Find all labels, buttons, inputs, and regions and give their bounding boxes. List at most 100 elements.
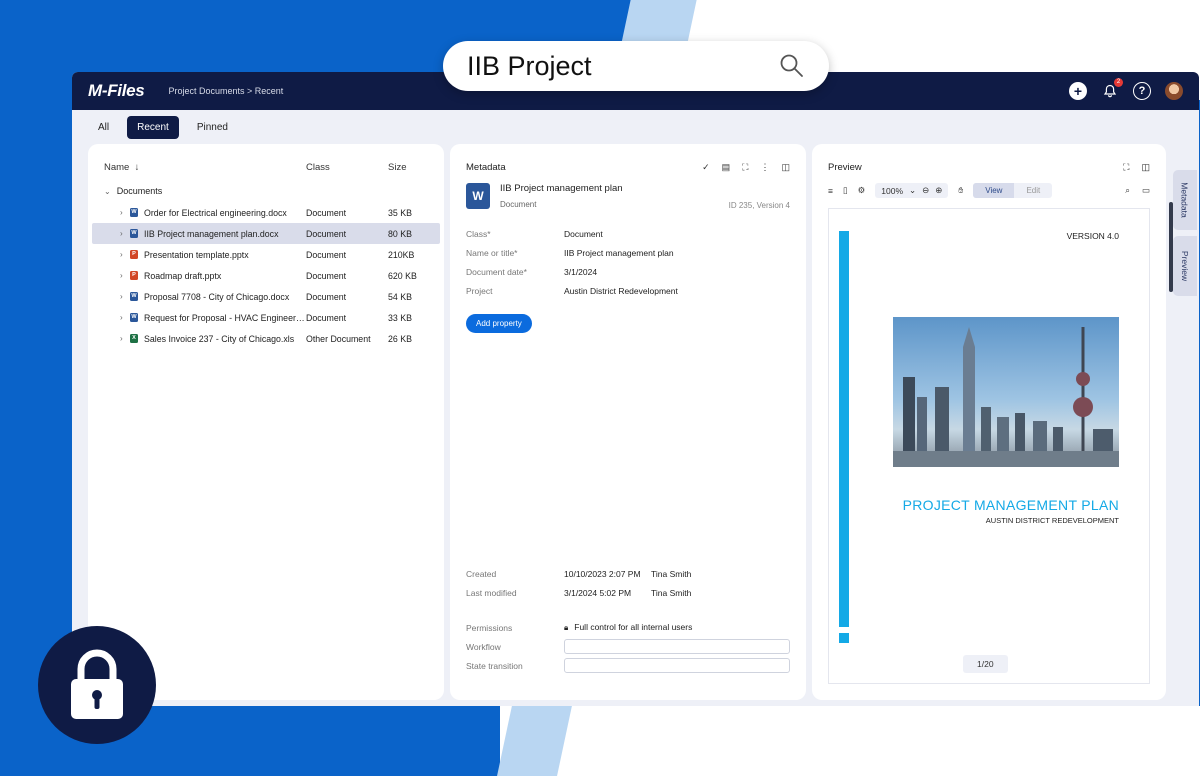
file-name: Proposal 7708 - City of Chicago.docx bbox=[144, 291, 290, 302]
gear-icon[interactable]: ⚙ bbox=[858, 185, 866, 196]
chevron-right-icon[interactable]: › bbox=[120, 292, 130, 301]
zoom-level[interactable]: 100% bbox=[881, 186, 903, 196]
property-value[interactable]: 3/1/2024 bbox=[564, 267, 597, 277]
chevron-right-icon[interactable]: › bbox=[120, 229, 130, 238]
file-size: 26 KB bbox=[388, 333, 412, 344]
table-row[interactable]: › W Order for Electrical engineering.doc… bbox=[88, 202, 444, 223]
modified-by: Tina Smith bbox=[651, 587, 692, 598]
page-indicator[interactable]: 1/20 bbox=[963, 655, 1008, 673]
chevron-right-icon[interactable]: › bbox=[120, 208, 130, 217]
excel-file-icon: X bbox=[130, 334, 138, 343]
layout-icon[interactable]: ◫ bbox=[1141, 162, 1150, 173]
file-class: Document bbox=[306, 270, 347, 281]
word-file-icon: W bbox=[130, 313, 138, 322]
view-edit-toggle[interactable]: View Edit bbox=[973, 183, 1053, 198]
hand-icon[interactable]: ✋︎ bbox=[958, 185, 963, 196]
property-row[interactable]: Project Austin District Redevelopment bbox=[466, 281, 790, 300]
add-property-button[interactable]: Add property bbox=[466, 314, 532, 333]
side-tab-preview[interactable]: Preview bbox=[1173, 236, 1197, 296]
more-icon[interactable]: ⋮ bbox=[760, 162, 769, 173]
search-icon[interactable]: ⌕ bbox=[1125, 185, 1130, 196]
logo[interactable]: M-Files bbox=[88, 81, 145, 101]
file-class: Document bbox=[306, 228, 347, 239]
word-file-icon: W bbox=[130, 208, 138, 217]
document-class: Document bbox=[500, 200, 537, 209]
zoom-out-icon[interactable]: ⊖ bbox=[922, 185, 929, 196]
file-size: 80 KB bbox=[388, 228, 412, 239]
table-row[interactable]: › P Presentation template.pptx Document … bbox=[88, 244, 444, 265]
column-size[interactable]: Size bbox=[388, 162, 406, 180]
app-window: M-Files Project Documents > Recent + 2 ?… bbox=[72, 72, 1199, 706]
menu-icon[interactable]: ≡ bbox=[828, 186, 833, 196]
chevron-right-icon[interactable]: › bbox=[120, 250, 130, 259]
zoom-control[interactable]: 100% ⌄ ⊖ ⊕ bbox=[875, 183, 949, 198]
powerpoint-file-icon: P bbox=[130, 250, 138, 259]
workflow-field[interactable] bbox=[563, 639, 790, 654]
file-class: Document bbox=[306, 249, 347, 260]
tab-recent[interactable]: Recent bbox=[127, 115, 179, 139]
view-button[interactable]: View bbox=[973, 183, 1015, 198]
avatar[interactable] bbox=[1165, 82, 1183, 100]
comment-icon[interactable]: ▤ bbox=[722, 162, 731, 173]
expand-icon[interactable]: ⛶ bbox=[742, 162, 748, 173]
workflow-label: Workflow bbox=[466, 641, 501, 652]
file-class: Document bbox=[306, 312, 347, 323]
table-row[interactable]: › W Request for Proposal - HVAC Engineer… bbox=[88, 307, 444, 328]
chevron-right-icon[interactable]: › bbox=[120, 334, 130, 343]
table-row[interactable]: › P Roadmap draft.pptx Document 620 KB bbox=[88, 265, 444, 286]
add-icon[interactable]: + bbox=[1069, 82, 1087, 100]
document-page: VERSION 4.0 PROJECT MANAGEMENT PLAN AUST… bbox=[828, 208, 1150, 684]
file-size: 620 KB bbox=[388, 270, 417, 281]
property-key: Project bbox=[466, 285, 493, 296]
breadcrumb[interactable]: Project Documents > Recent bbox=[168, 86, 283, 96]
search-input[interactable]: IIB Project bbox=[467, 51, 592, 82]
edit-button[interactable]: Edit bbox=[1014, 183, 1052, 198]
created-label: Created bbox=[466, 568, 497, 579]
zoom-in-icon[interactable]: ⊕ bbox=[935, 185, 942, 196]
chevron-right-icon[interactable]: › bbox=[120, 271, 130, 280]
table-row-selected[interactable]: › W IIB Project management plan.docx Doc… bbox=[92, 223, 440, 244]
tab-all[interactable]: All bbox=[88, 116, 119, 139]
side-tab-metadata[interactable]: Metadata bbox=[1173, 170, 1197, 230]
file-name: Roadmap draft.pptx bbox=[144, 270, 222, 281]
modified-label: Last modified bbox=[466, 587, 517, 598]
page-accent-square bbox=[839, 633, 849, 643]
sort-arrow-icon[interactable]: ↓ bbox=[132, 162, 140, 173]
property-value[interactable]: IIB Project management plan bbox=[564, 248, 674, 258]
metadata-panel: Metadata ✓ ▤ ⛶ ⋮ ◫ W IIB Project managem… bbox=[450, 144, 806, 700]
column-name[interactable]: Name ↓ bbox=[104, 162, 306, 180]
layout-icon[interactable]: ◫ bbox=[781, 162, 790, 173]
bell-icon[interactable]: 2 bbox=[1101, 78, 1123, 100]
document-title: IIB Project management plan bbox=[500, 183, 623, 194]
lock-icon bbox=[38, 626, 156, 744]
chevron-down-icon[interactable]: ⌄ bbox=[909, 185, 916, 196]
folder-documents[interactable]: ⌄ Documents bbox=[88, 180, 444, 202]
help-icon[interactable]: ? bbox=[1133, 82, 1151, 100]
column-class[interactable]: Class bbox=[306, 162, 388, 180]
preview-panel: Preview ⛶ ◫ ≡ ▯ ⚙ 100% ⌄ ⊖ ⊕ ✋︎ View Edi… bbox=[812, 144, 1166, 700]
property-value[interactable]: Document bbox=[564, 229, 603, 239]
table-row[interactable]: › W Proposal 7708 - City of Chicago.docx… bbox=[88, 286, 444, 307]
permissions-value[interactable]: 🔒︎ Full control for all internal users bbox=[564, 622, 692, 633]
panel-title: Preview bbox=[828, 162, 862, 173]
chevron-right-icon[interactable]: › bbox=[120, 313, 130, 322]
word-doc-icon: W bbox=[466, 183, 490, 209]
panel-title: Metadata bbox=[466, 162, 506, 173]
property-row[interactable]: Class* Document bbox=[466, 224, 790, 243]
property-row[interactable]: Name or title* IIB Project management pla… bbox=[466, 243, 790, 262]
property-row[interactable]: Document date* 3/1/2024 bbox=[466, 262, 790, 281]
city-skyline-image bbox=[893, 317, 1119, 467]
expand-icon[interactable]: ⛶ bbox=[1123, 162, 1129, 173]
sidebar-icon[interactable]: ▯ bbox=[843, 185, 848, 196]
check-icon[interactable]: ✓ bbox=[702, 162, 710, 173]
state-transition-field[interactable] bbox=[563, 658, 790, 673]
search-icon[interactable] bbox=[779, 53, 805, 79]
table-row[interactable]: › X Sales Invoice 237 - City of Chicago.… bbox=[88, 328, 444, 349]
tab-pinned[interactable]: Pinned bbox=[187, 116, 238, 139]
comment-icon[interactable]: ▭ bbox=[1142, 185, 1150, 196]
chevron-down-icon[interactable]: ⌄ bbox=[104, 187, 111, 196]
file-name: IIB Project management plan.docx bbox=[144, 228, 279, 239]
search-bar[interactable]: IIB Project bbox=[443, 41, 829, 91]
files-panel: Name ↓ Class Size ⌄ Documents › W Order … bbox=[88, 144, 444, 700]
property-value[interactable]: Austin District Redevelopment bbox=[564, 286, 678, 296]
